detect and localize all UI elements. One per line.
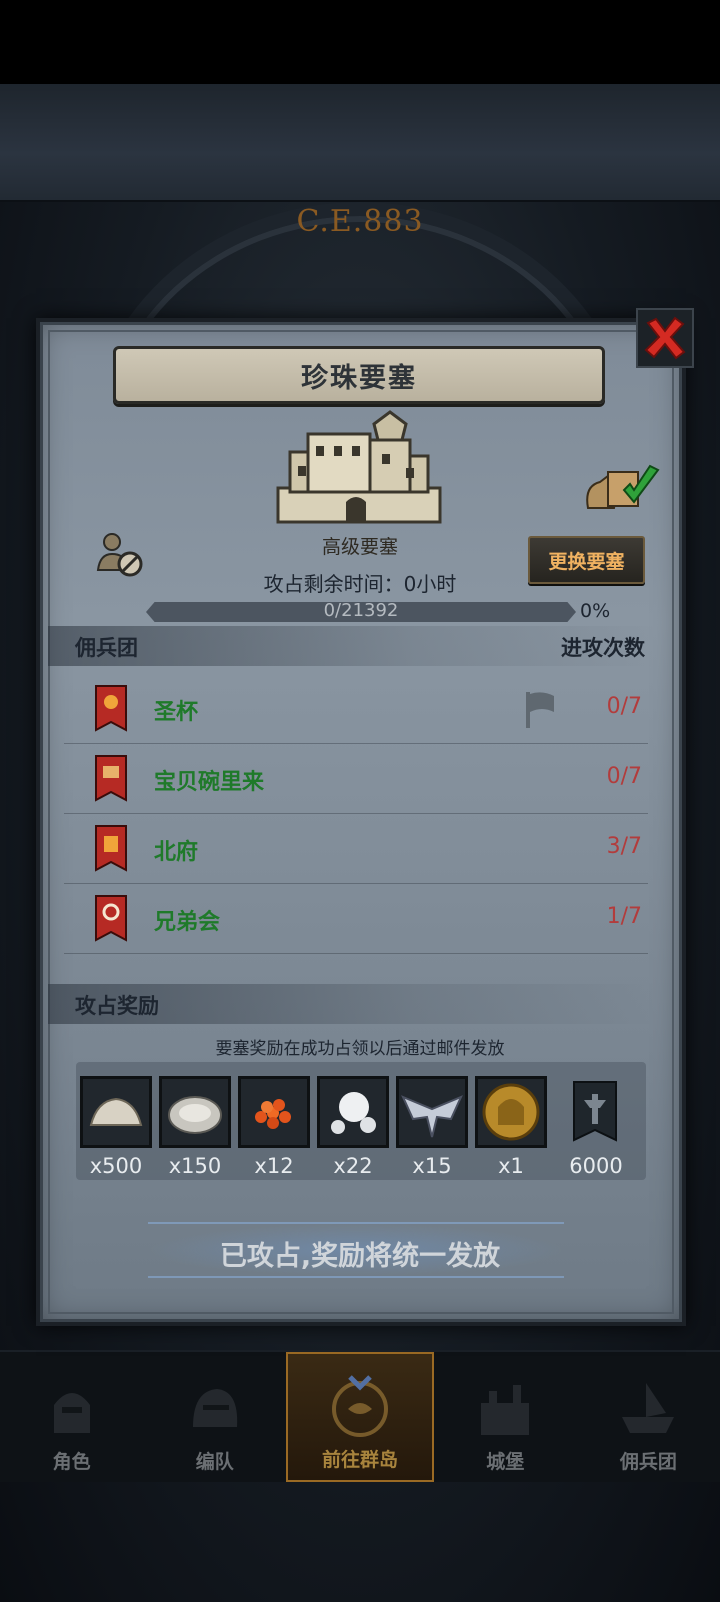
title-plate: 珍珠要塞 (113, 346, 605, 404)
reward-qty: x500 (89, 1154, 143, 1178)
pearl-icon (331, 1092, 376, 1134)
guild-row[interactable]: 兄弟会 1/7 (64, 884, 648, 954)
star-banner-icon (95, 895, 127, 942)
capture-progress-text: 0/21392 (323, 600, 399, 621)
knight-helmet-icon (53, 1393, 90, 1433)
close-button[interactable] (636, 308, 694, 368)
reward-qty: 6000 (569, 1154, 623, 1178)
oyster-icon (168, 1096, 222, 1134)
reward-slot[interactable] (80, 1076, 152, 1148)
reward-slot[interactable] (475, 1076, 547, 1148)
capture-timer: 攻占剩余时间：0小时 (263, 572, 457, 596)
knight-medal-icon (482, 1083, 540, 1141)
attack-count: 3/7 (606, 834, 642, 859)
reward-qty: x12 (254, 1154, 294, 1178)
reward-qty: x1 (498, 1154, 524, 1178)
chest-banner-icon (95, 755, 127, 802)
sun-banner-icon (95, 685, 127, 732)
rewards-header: 攻占奖励 (75, 994, 159, 1018)
bottom-nav: 角色 编队 前往群岛 城堡 佣兵团 (0, 1350, 720, 1482)
attack-count: 0/7 (606, 694, 642, 719)
reward-slot[interactable] (159, 1076, 231, 1148)
nav-label: 编队 (195, 1451, 234, 1473)
reward-banner-slot[interactable] (570, 1078, 620, 1148)
top-band (0, 84, 720, 202)
guild-row[interactable]: 北府 3/7 (64, 814, 648, 884)
capture-progress-percent: 0% (580, 600, 611, 622)
nav-label: 前往群岛 (322, 1449, 399, 1471)
mercenary-header-left: 佣兵团 (75, 636, 138, 660)
island-compass-icon (332, 1375, 388, 1437)
reward-qty: x150 (168, 1154, 222, 1178)
helmet-icon (192, 1389, 237, 1427)
nav-label: 城堡 (486, 1451, 525, 1473)
guild-row[interactable]: 宝贝碗里来 0/7 (64, 744, 648, 814)
reward-slot[interactable] (396, 1076, 468, 1148)
status-bar (0, 0, 720, 84)
guild-banner-icon (573, 1081, 617, 1142)
close-icon (644, 316, 686, 360)
flour-sack-icon (89, 1097, 143, 1126)
nav-label: 角色 (52, 1451, 91, 1473)
reward-qty: x22 (333, 1154, 373, 1178)
guild-name: 圣杯 (154, 700, 199, 725)
status-text: 已攻占,奖励将统一发放 (219, 1241, 501, 1272)
mercenary-header-right: 进攻次数 (561, 636, 645, 660)
castle-icon (481, 1385, 530, 1435)
nav-mercenary[interactable]: 佣兵团 (577, 1352, 720, 1482)
guild-row[interactable]: 圣杯 0/7 (64, 674, 648, 744)
guild-name: 北府 (154, 840, 199, 865)
nav-label: 佣兵团 (619, 1451, 677, 1473)
attack-count: 1/7 (606, 904, 642, 929)
attack-count: 0/7 (606, 764, 642, 789)
fortress-icon (276, 410, 442, 524)
tower-banner-icon (95, 825, 127, 872)
reward-qty: x15 (412, 1154, 452, 1178)
rewards-note: 要塞奖励在成功占领以后通过邮件发放 (215, 1039, 505, 1059)
wing-emblem-icon (401, 1095, 463, 1138)
ship-icon (622, 1383, 675, 1433)
loot-collected-icon[interactable] (584, 456, 664, 512)
reward-slot[interactable] (238, 1076, 310, 1148)
guild-name: 兄弟会 (154, 910, 221, 935)
nav-formation[interactable]: 编队 (143, 1352, 286, 1482)
nav-castle[interactable]: 城堡 (434, 1352, 577, 1482)
guild-name: 宝贝碗里来 (154, 770, 265, 795)
caviar-icon (255, 1099, 291, 1129)
dialog-title: 珍珠要塞 (301, 362, 417, 394)
flag-icon (526, 692, 554, 728)
reward-slot[interactable] (317, 1076, 389, 1148)
nav-islands[interactable]: 前往群岛 (286, 1352, 434, 1482)
nav-character[interactable]: 角色 (0, 1352, 143, 1482)
era-label: C.E.883 (296, 204, 424, 239)
